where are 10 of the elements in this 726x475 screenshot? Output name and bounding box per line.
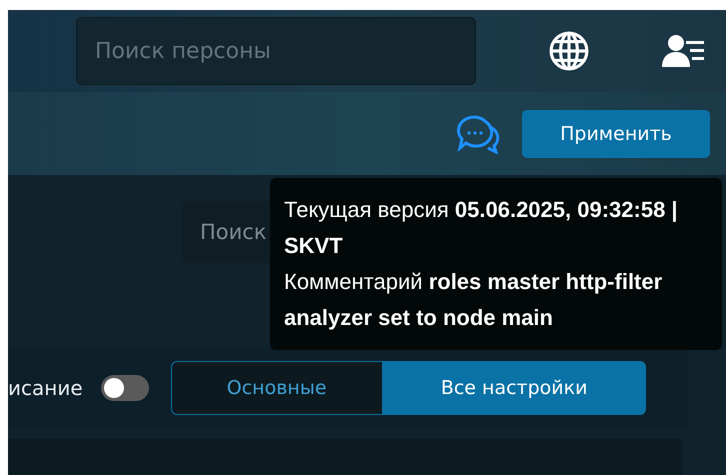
globe-icon[interactable]: [548, 30, 590, 72]
toggle-switch[interactable]: [100, 375, 149, 402]
segment-tab[interactable]: Основные: [170, 361, 383, 416]
tooltip-text: Комментарий roles master http-filter analyzer set to node main: [284, 268, 664, 332]
toggle-label: исание: [8, 376, 83, 400]
segment-tab[interactable]: Все настройки: [382, 361, 646, 416]
apply-button[interactable]: Применить: [522, 110, 710, 158]
user-list-icon[interactable]: [662, 33, 706, 69]
person-search-field[interactable]: Поиск персоны: [76, 17, 476, 85]
chat-bubbles-icon[interactable]: [456, 114, 500, 154]
